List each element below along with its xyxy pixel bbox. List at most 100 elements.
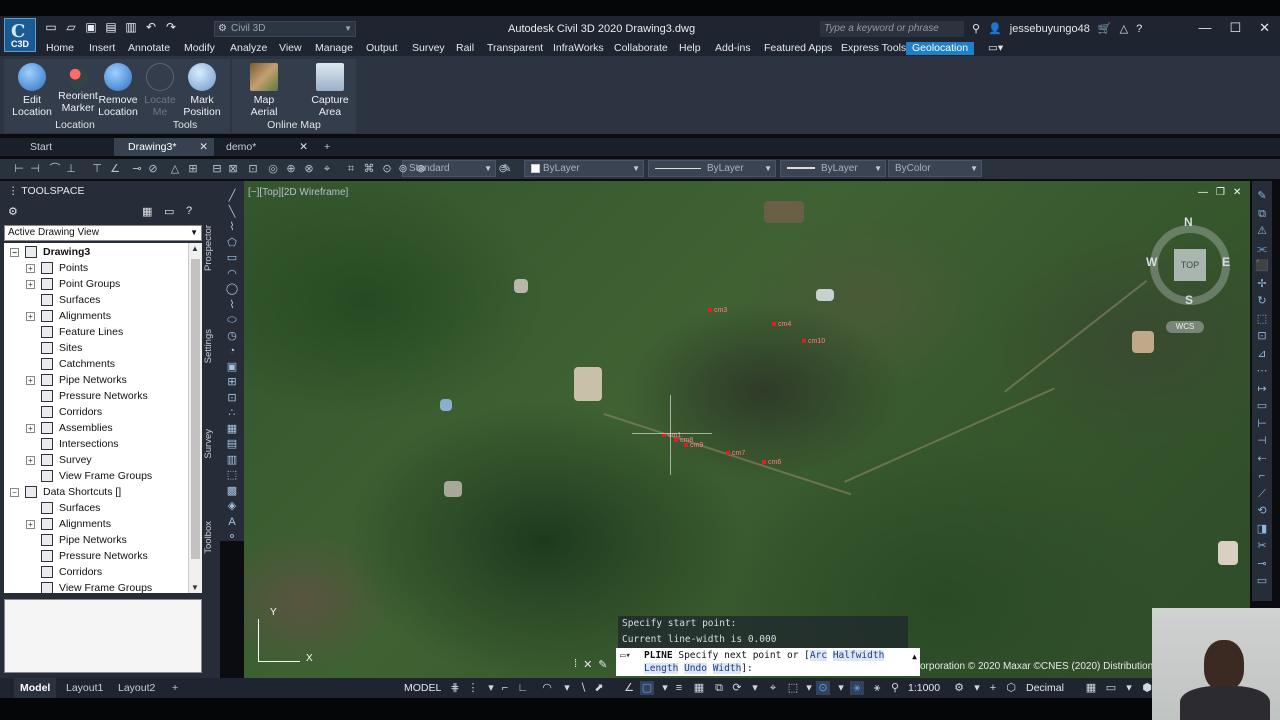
color-select[interactable]: ByColor ▼ [888, 160, 982, 177]
ribbon-tab-add-ins[interactable]: Add-ins [715, 42, 751, 55]
infer-icon[interactable]: ⌐ [498, 681, 512, 695]
tree-item[interactable]: Intersections [26, 436, 119, 452]
cut-icon[interactable]: ✂ [1255, 539, 1269, 553]
new-tab-button[interactable]: + [318, 138, 338, 156]
grip-icon[interactable]: ⁞ [574, 658, 577, 671]
tree-item[interactable]: − Drawing3 [10, 244, 90, 260]
inspect-icon[interactable]: ⊕ [284, 162, 298, 176]
command-option-undo[interactable]: Undo [684, 663, 707, 674]
expand-icon[interactable]: + [26, 375, 35, 385]
tree-item[interactable]: Corridors [26, 404, 102, 420]
lock-ui-icon[interactable]: ▭ [1104, 681, 1118, 695]
wcs-menu[interactable]: WCS [1166, 321, 1204, 333]
lineweight-icon[interactable]: ≡ [672, 681, 686, 695]
tree-item[interactable]: Pipe Networks [26, 532, 127, 548]
tree-view-icon[interactable]: ▦ [142, 205, 152, 218]
trim-icon[interactable]: ⊿ [1255, 347, 1269, 361]
space-icon[interactable]: ⌖ [320, 162, 334, 176]
match-properties-icon[interactable]: ✎ [500, 162, 514, 176]
scale-icon[interactable]: ⬚ [1255, 312, 1269, 326]
map-aerial-button[interactable]: Map Aerial [240, 63, 288, 118]
lengthen-icon[interactable]: ⊸ [1255, 557, 1269, 571]
compass-east[interactable]: E [1222, 255, 1230, 269]
user-name[interactable]: jessebuyungo48 [1010, 23, 1090, 35]
rectangle-icon[interactable]: ▭ [224, 251, 240, 265]
command-option-halfwidth[interactable]: Halfwidth [832, 650, 885, 661]
radius-dim-icon[interactable]: ⊤ [90, 162, 104, 176]
annotation-scale[interactable]: 1:1000 [908, 682, 940, 694]
survey-marker[interactable]: cm10 [802, 338, 825, 345]
gizmo-menu-icon[interactable]: ▾ [834, 681, 848, 695]
ribbon-tab-help[interactable]: Help [679, 42, 701, 55]
expand-icon[interactable]: + [26, 519, 35, 529]
survey-marker[interactable]: cm4 [772, 321, 791, 328]
continue-dim-icon[interactable]: ⊟ [210, 162, 224, 176]
quick-dim-icon[interactable]: ⊠ [226, 162, 240, 176]
osnap-2d-icon[interactable]: ▢ [640, 681, 654, 695]
gizmo-icon[interactable]: ⊙ [816, 681, 830, 695]
command-option-arc[interactable]: Arc [809, 650, 828, 661]
line-icon[interactable]: ╱ [224, 189, 240, 203]
ribbon-tab-output[interactable]: Output [366, 42, 398, 55]
jogged-dim-icon[interactable]: ⊸ [130, 162, 144, 176]
3d-osnap-menu-icon[interactable]: ▾ [748, 681, 762, 695]
model-space-toggle[interactable]: MODEL [404, 682, 441, 694]
scrollbar-thumb[interactable] [191, 259, 200, 559]
expand-icon[interactable]: + [26, 311, 35, 321]
connect-icon[interactable]: △ [1120, 22, 1128, 35]
compass-south[interactable]: S [1185, 293, 1193, 307]
viewport-controls-label[interactable]: [−][Top][2D Wireframe] [248, 187, 348, 198]
ribbon-tab-home[interactable]: Home [46, 42, 74, 55]
justify-icon[interactable]: ⊙ [380, 162, 394, 176]
tree-item[interactable]: + Point Groups [26, 276, 120, 292]
point-icon[interactable]: ⊡ [224, 391, 240, 405]
tree-item[interactable]: Corridors [26, 564, 102, 580]
hatch-icon[interactable]: ∴ [224, 406, 240, 420]
insert-block-icon[interactable]: ▣ [224, 360, 240, 374]
polygon-icon[interactable]: ⬠ [224, 236, 240, 250]
transparency-icon[interactable]: ▦ [692, 681, 706, 695]
arc-dim-icon[interactable]: ⌒ [48, 162, 62, 176]
update-icon[interactable]: ⊚ [396, 162, 410, 176]
command-option-width[interactable]: Width [712, 663, 742, 674]
mark-position-button[interactable]: Mark Position [178, 63, 226, 118]
ribbon-tab-survey[interactable]: Survey [412, 42, 445, 55]
revcloud-icon[interactable]: ⌇ [224, 298, 240, 312]
expand-icon[interactable]: + [26, 279, 35, 289]
chevron-down-icon[interactable]: ▼ [191, 583, 199, 592]
ribbon-tab-collaborate[interactable]: Collaborate [614, 42, 668, 55]
make-block-icon[interactable]: ⊞ [224, 375, 240, 389]
open-icon[interactable]: ▱ [64, 20, 78, 34]
tree-scrollbar[interactable]: ▲ ▼ [188, 243, 202, 593]
maximize-icon[interactable]: ☐ [1229, 20, 1241, 36]
layout-tab-layout2[interactable]: Layout2 [112, 678, 161, 698]
table2-icon[interactable]: ▩ [224, 484, 240, 498]
linetype-select[interactable]: ByLayer ▼ [648, 160, 776, 177]
circle-icon[interactable]: ◯ [224, 282, 240, 296]
angular-dim-icon[interactable]: ∠ [108, 162, 122, 176]
center-mark-icon[interactable]: ◎ [266, 162, 280, 176]
close-icon[interactable]: ✕ [583, 658, 592, 671]
tree-item[interactable]: Catchments [26, 356, 115, 372]
lineweight-select[interactable]: ByLayer ▼ [780, 160, 886, 177]
construction-line-icon[interactable]: ╲ [224, 205, 240, 219]
close-icon[interactable]: ✕ [1233, 187, 1241, 198]
spline-icon[interactable]: ⬭ [224, 313, 240, 327]
doc-tab-start[interactable]: Start [16, 138, 116, 156]
compass-north[interactable]: N [1184, 215, 1193, 229]
blend-icon[interactable]: ⌐ [1255, 469, 1269, 483]
linear-dim-icon[interactable]: ⊢ [12, 162, 26, 176]
tree-item[interactable]: + Survey [26, 452, 92, 468]
osnap-menu-icon[interactable]: ▾ [658, 681, 672, 695]
minimize-icon[interactable]: — [1198, 187, 1208, 198]
tree-item[interactable]: Feature Lines [26, 324, 123, 340]
restore-icon[interactable]: ❐ [1216, 187, 1225, 198]
osnap-tracking-icon[interactable]: ⬈ [592, 681, 606, 695]
layout-tab-layout1[interactable]: Layout1 [60, 678, 109, 698]
units-select[interactable]: Decimal [1026, 682, 1064, 694]
ribbon-tab-rail[interactable]: Rail [456, 42, 474, 55]
annotation-scale-icon[interactable]: ⚲ [888, 681, 902, 695]
capture-area-button[interactable]: Capture Area [306, 63, 354, 118]
3d-osnap-icon[interactable]: ⟳ [730, 681, 744, 695]
osnap-icon[interactable]: ∠ [622, 681, 636, 695]
